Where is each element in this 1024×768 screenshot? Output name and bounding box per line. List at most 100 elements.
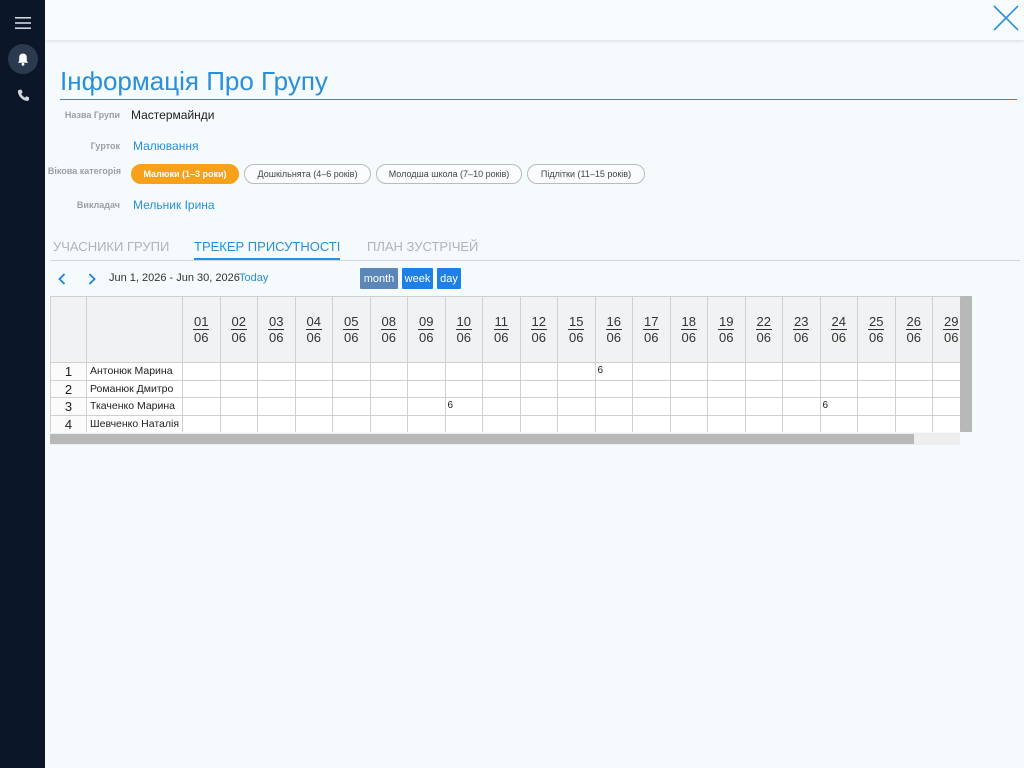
attendance-cell[interactable] — [408, 380, 446, 398]
prev-period-button[interactable] — [52, 270, 72, 288]
attendance-cell[interactable] — [558, 415, 596, 432]
attendance-cell[interactable] — [445, 380, 483, 398]
attendance-cell[interactable] — [220, 363, 258, 381]
vertical-scrollbar-thumb[interactable] — [960, 296, 972, 432]
horizontal-scrollbar-thumb[interactable] — [50, 434, 914, 444]
attendance-cell[interactable] — [783, 363, 821, 381]
menu-button[interactable] — [8, 8, 38, 38]
attendance-cell[interactable] — [183, 380, 221, 398]
attendance-cell[interactable] — [671, 415, 708, 432]
attendance-cell[interactable] — [595, 380, 633, 398]
attendance-cell[interactable] — [670, 398, 708, 416]
attendance-cell[interactable] — [483, 398, 521, 416]
attendance-cell[interactable] — [446, 415, 483, 432]
attendance-cell[interactable] — [933, 363, 960, 381]
attendance-cell[interactable] — [821, 415, 858, 432]
attendance-cell[interactable] — [221, 415, 258, 432]
attendance-cell[interactable] — [633, 363, 671, 381]
attendance-cell[interactable] — [670, 380, 708, 398]
attendance-cell[interactable] — [520, 363, 558, 381]
attendance-cell[interactable] — [633, 415, 671, 432]
attendance-cell[interactable] — [933, 398, 960, 416]
attendance-cell[interactable]: 6 — [445, 398, 483, 416]
attendance-cell[interactable] — [558, 363, 596, 381]
attendance-cell[interactable] — [333, 363, 371, 381]
attendance-cell[interactable] — [220, 398, 258, 416]
student-name[interactable]: Антонюк Марина — [87, 363, 183, 381]
phone-button[interactable] — [8, 80, 38, 110]
attendance-cell[interactable] — [745, 380, 783, 398]
club-link[interactable]: Малювання — [133, 139, 198, 153]
attendance-cell[interactable] — [295, 398, 333, 416]
attendance-cell[interactable] — [558, 398, 596, 416]
horizontal-scrollbar[interactable] — [50, 433, 960, 445]
tab-meeting-plan[interactable]: ПЛАН ЗУСТРІЧЕЙ — [367, 239, 478, 258]
student-name[interactable]: Романюк Дмитро — [87, 380, 183, 398]
attendance-cell[interactable] — [333, 398, 371, 416]
attendance-cell[interactable] — [258, 363, 296, 381]
attendance-cell[interactable] — [408, 398, 446, 416]
attendance-cell[interactable] — [520, 398, 558, 416]
view-week-button[interactable]: week — [402, 268, 433, 289]
attendance-cell[interactable] — [858, 363, 896, 381]
tab-group-members[interactable]: УЧАСНИКИ ГРУПИ — [53, 239, 169, 258]
attendance-cell[interactable] — [295, 363, 333, 381]
attendance-cell[interactable] — [820, 380, 858, 398]
teacher-link[interactable]: Мельник Ірина — [133, 198, 215, 212]
attendance-cell[interactable] — [783, 398, 821, 416]
attendance-cell[interactable] — [220, 380, 258, 398]
attendance-cell[interactable] — [483, 380, 521, 398]
attendance-cell[interactable] — [483, 363, 521, 381]
attendance-cell[interactable] — [633, 380, 671, 398]
attendance-cell[interactable] — [295, 380, 333, 398]
attendance-cell[interactable]: 6 — [595, 363, 633, 381]
attendance-cell[interactable] — [370, 380, 408, 398]
attendance-cell[interactable] — [745, 398, 783, 416]
attendance-cell[interactable] — [670, 363, 708, 381]
age-chip[interactable]: Дошкільнята (4–6 років) — [244, 164, 371, 184]
attendance-cell[interactable] — [783, 415, 821, 432]
attendance-cell[interactable] — [895, 398, 933, 416]
attendance-cell[interactable] — [895, 380, 933, 398]
attendance-cell[interactable] — [258, 380, 296, 398]
attendance-cell[interactable] — [296, 415, 333, 432]
view-month-button[interactable]: month — [360, 268, 398, 289]
attendance-cell[interactable] — [333, 415, 371, 432]
attendance-cell[interactable] — [633, 398, 671, 416]
tab-attendance-tracker[interactable]: ТРЕКЕР ПРИСУТНОСТІ — [194, 239, 341, 260]
age-chip[interactable]: Малюки (1–3 роки) — [131, 164, 239, 184]
attendance-cell[interactable] — [933, 416, 960, 433]
age-chip[interactable]: Підлітки (11–15 років) — [527, 164, 645, 184]
notifications-button[interactable] — [8, 44, 38, 74]
attendance-cell[interactable] — [708, 380, 746, 398]
attendance-cell[interactable] — [408, 363, 446, 381]
attendance-cell[interactable] — [895, 363, 933, 381]
attendance-cell[interactable] — [333, 380, 371, 398]
attendance-cell[interactable] — [708, 398, 746, 416]
attendance-cell[interactable] — [258, 398, 296, 416]
student-name[interactable]: Шевченко Наталія — [87, 415, 183, 432]
attendance-cell[interactable] — [596, 415, 633, 432]
age-chip[interactable]: Молодша школа (7–10 років) — [376, 164, 522, 184]
attendance-cell[interactable] — [183, 363, 221, 381]
attendance-cell[interactable] — [595, 398, 633, 416]
attendance-cell[interactable] — [783, 380, 821, 398]
attendance-cell[interactable] — [858, 398, 896, 416]
attendance-cell[interactable] — [371, 415, 408, 432]
attendance-cell[interactable] — [408, 415, 446, 432]
attendance-cell[interactable] — [370, 363, 408, 381]
next-period-button[interactable] — [82, 270, 102, 288]
attendance-cell[interactable] — [521, 415, 558, 432]
student-name[interactable]: Ткаченко Марина — [87, 398, 183, 416]
close-button[interactable] — [992, 4, 1020, 32]
attendance-cell[interactable] — [933, 381, 960, 398]
attendance-cell[interactable] — [258, 415, 296, 432]
attendance-cell[interactable] — [708, 415, 746, 432]
attendance-cell[interactable]: 6 — [820, 398, 858, 416]
attendance-cell[interactable] — [746, 415, 783, 432]
attendance-cell[interactable] — [483, 415, 521, 432]
attendance-cell[interactable] — [896, 415, 933, 432]
attendance-cell[interactable] — [558, 380, 596, 398]
attendance-cell[interactable] — [708, 363, 746, 381]
today-button[interactable]: Today — [239, 272, 268, 284]
